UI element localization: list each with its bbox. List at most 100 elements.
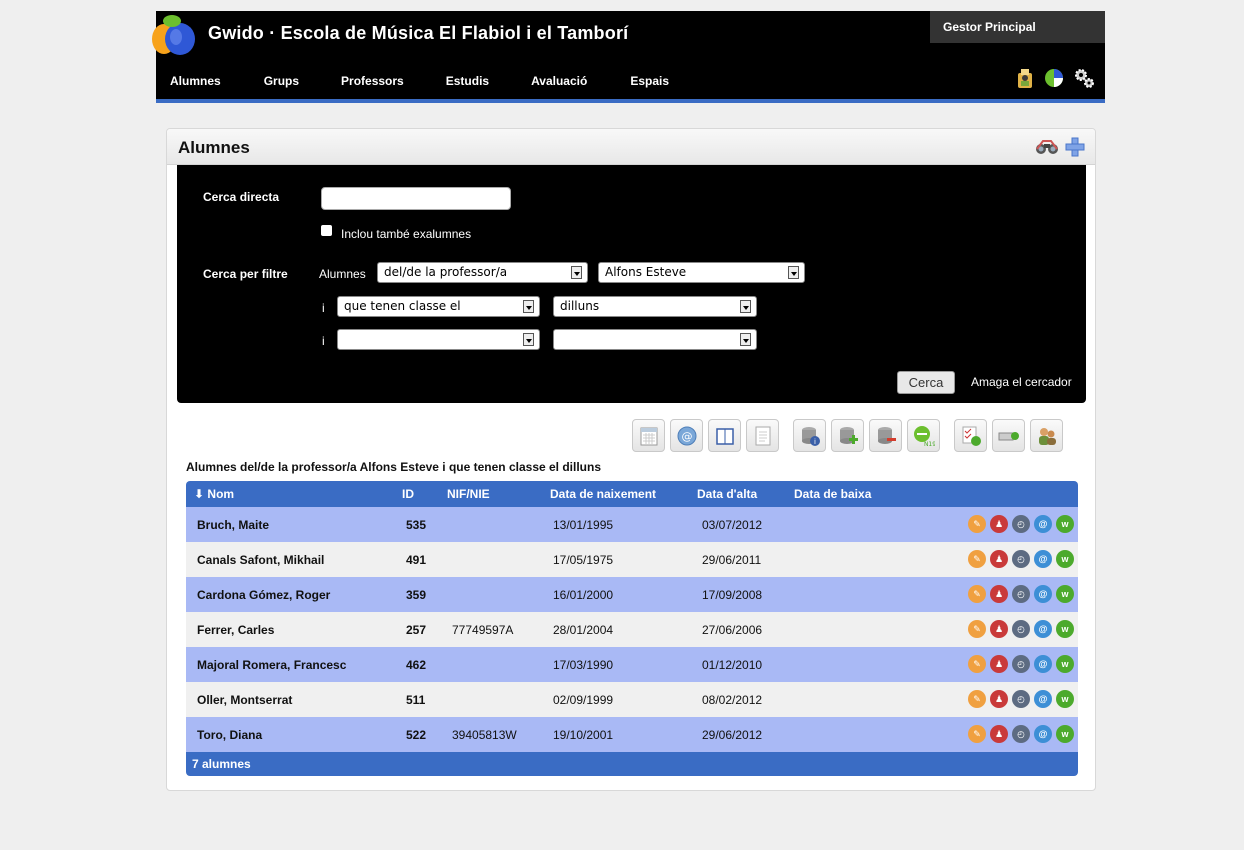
nav-item-professors[interactable]: Professors [341, 74, 404, 88]
chevron-down-icon [571, 266, 582, 279]
table-row[interactable]: Ferrer, Carles 257 77749597A 28/01/2004 27/0… [186, 612, 1078, 647]
clock-icon[interactable]: ◴ [1012, 550, 1030, 568]
student-name-cell[interactable]: Canals Safont, Mikhail [197, 553, 324, 567]
transfer-button[interactable] [992, 419, 1025, 452]
email-icon[interactable]: @ [1034, 725, 1052, 743]
include-former-checkbox[interactable] [321, 225, 332, 236]
filter-value-select-1[interactable]: Alfons Esteve [598, 262, 805, 283]
edit-icon[interactable]: ✎ [968, 655, 986, 673]
column-header-name[interactable]: ⬇ Nom [194, 487, 234, 501]
clock-icon[interactable]: ◴ [1012, 690, 1030, 708]
book-button[interactable] [708, 419, 741, 452]
web-icon[interactable]: w [1056, 690, 1074, 708]
edit-icon[interactable]: ✎ [968, 725, 986, 743]
student-name-cell[interactable]: Cardona Gómez, Roger [197, 588, 330, 602]
search-button[interactable]: Cerca [897, 371, 955, 394]
edit-icon[interactable]: ✎ [968, 620, 986, 638]
table-row[interactable]: Majoral Romera, Francesc 462 17/03/1990 01/… [186, 647, 1078, 682]
teacher-icon[interactable]: ♟ [990, 620, 1008, 638]
email-icon[interactable]: @ [1034, 515, 1052, 533]
users-button[interactable] [1030, 419, 1063, 452]
add-icon[interactable] [1065, 137, 1085, 157]
student-start-cell: 17/09/2008 [702, 588, 763, 602]
filter-value-select-2[interactable]: dilluns [553, 296, 757, 317]
email-icon[interactable]: @ [1034, 655, 1052, 673]
email-icon[interactable]: @ [1034, 585, 1052, 603]
filter-field-select-3[interactable] [337, 329, 540, 350]
clock-icon[interactable]: ◴ [1012, 515, 1030, 533]
email-icon[interactable]: @ [1034, 620, 1052, 638]
web-icon[interactable]: w [1056, 620, 1074, 638]
clock-icon[interactable]: ◴ [1012, 725, 1030, 743]
clock-icon[interactable]: ◴ [1012, 655, 1030, 673]
row-actions: ✎ ♟ ◴ @ w [968, 655, 1074, 673]
web-icon[interactable]: w [1056, 515, 1074, 533]
clock-icon[interactable]: ◴ [1012, 585, 1030, 603]
nav-item-grups[interactable]: Grups [264, 74, 299, 88]
calendar-button[interactable] [632, 419, 665, 452]
nav-item-alumnes[interactable]: Alumnes [170, 74, 221, 88]
column-header-start[interactable]: Data d'alta [697, 487, 757, 501]
email-icon[interactable]: @ [1034, 690, 1052, 708]
nav-item-espais[interactable]: Espais [630, 74, 669, 88]
database-add-button[interactable] [831, 419, 864, 452]
teacher-icon[interactable]: ♟ [990, 655, 1008, 673]
student-name-cell[interactable]: Ferrer, Carles [197, 623, 274, 637]
web-icon[interactable]: w [1056, 655, 1074, 673]
student-id-cell: 491 [406, 553, 427, 567]
nav-item-avaluacio[interactable]: Avaluació [531, 74, 587, 88]
teacher-icon[interactable]: ♟ [990, 585, 1008, 603]
student-name-cell[interactable]: Majoral Romera, Francesc [197, 658, 346, 672]
table-row[interactable]: Canals Safont, Mikhail 491 17/05/1975 29/06… [186, 542, 1078, 577]
manager-tab[interactable]: Gestor Principal [930, 11, 1105, 43]
web-icon[interactable]: w [1056, 585, 1074, 603]
student-name-cell[interactable]: Toro, Diana [197, 728, 262, 742]
checklist-button[interactable] [954, 419, 987, 452]
n19-button[interactable]: N19 [907, 419, 940, 452]
table-row[interactable]: Cardona Gómez, Roger 359 16/01/2000 17/09/2… [186, 577, 1078, 612]
clock-icon[interactable]: ◴ [1012, 620, 1030, 638]
teacher-icon[interactable]: ♟ [990, 690, 1008, 708]
student-name-cell[interactable]: Oller, Montserrat [197, 693, 292, 707]
document-button[interactable] [746, 419, 779, 452]
web-icon[interactable]: w [1056, 550, 1074, 568]
edit-icon[interactable]: ✎ [968, 550, 986, 568]
database-remove-button[interactable] [869, 419, 902, 452]
pie-chart-icon[interactable] [1043, 67, 1065, 89]
direct-search-input[interactable] [321, 187, 511, 210]
table-row[interactable]: Toro, Diana 522 39405813W 19/10/2001 29/06/2… [186, 717, 1078, 752]
student-name-cell[interactable]: Bruch, Maite [197, 518, 269, 532]
binoculars-icon[interactable] [1035, 139, 1059, 155]
nav-item-estudis[interactable]: Estudis [446, 74, 489, 88]
filter-value-select-3[interactable] [553, 329, 757, 350]
transfer-icon [998, 432, 1019, 441]
edit-icon[interactable]: ✎ [968, 585, 986, 603]
table-row[interactable]: Oller, Montserrat 511 02/09/1999 08/02/2012… [186, 682, 1078, 717]
filter-field-select-1[interactable]: del/de la professor/a [377, 262, 588, 283]
table-body: Bruch, Maite 535 13/01/1995 03/07/2012 ✎ ♟ ◴ @ w… [186, 507, 1078, 752]
student-birth-cell: 17/05/1975 [553, 553, 614, 567]
edit-icon[interactable]: ✎ [968, 690, 986, 708]
email-icon[interactable]: @ [1034, 550, 1052, 568]
column-header-birth[interactable]: Data de naixement [550, 487, 656, 501]
hide-search-link[interactable]: Amaga el cercador [971, 375, 1072, 389]
student-id-cell: 462 [406, 658, 427, 672]
email-button[interactable]: @ [670, 419, 703, 452]
teacher-icon[interactable]: ♟ [990, 725, 1008, 743]
student-start-cell: 27/06/2006 [702, 623, 763, 637]
database-info-button[interactable]: i [793, 419, 826, 452]
column-header-nif[interactable]: NIF/NIE [447, 487, 490, 501]
filter-field-select-2[interactable]: que tenen classe el [337, 296, 540, 317]
student-birth-cell: 17/03/1990 [553, 658, 614, 672]
teacher-icon[interactable]: ♟ [990, 515, 1008, 533]
web-icon[interactable]: w [1056, 725, 1074, 743]
column-header-id[interactable]: ID [402, 487, 414, 501]
table-row[interactable]: Bruch, Maite 535 13/01/1995 03/07/2012 ✎ ♟ ◴ @ w [186, 507, 1078, 542]
edit-icon[interactable]: ✎ [968, 515, 986, 533]
teacher-icon[interactable]: ♟ [990, 550, 1008, 568]
clipboard-user-icon[interactable] [1015, 67, 1035, 89]
column-header-end[interactable]: Data de baixa [794, 487, 871, 501]
email-icon: @ [677, 426, 697, 446]
settings-gears-icon[interactable] [1073, 67, 1095, 89]
student-start-cell: 03/07/2012 [702, 518, 763, 532]
